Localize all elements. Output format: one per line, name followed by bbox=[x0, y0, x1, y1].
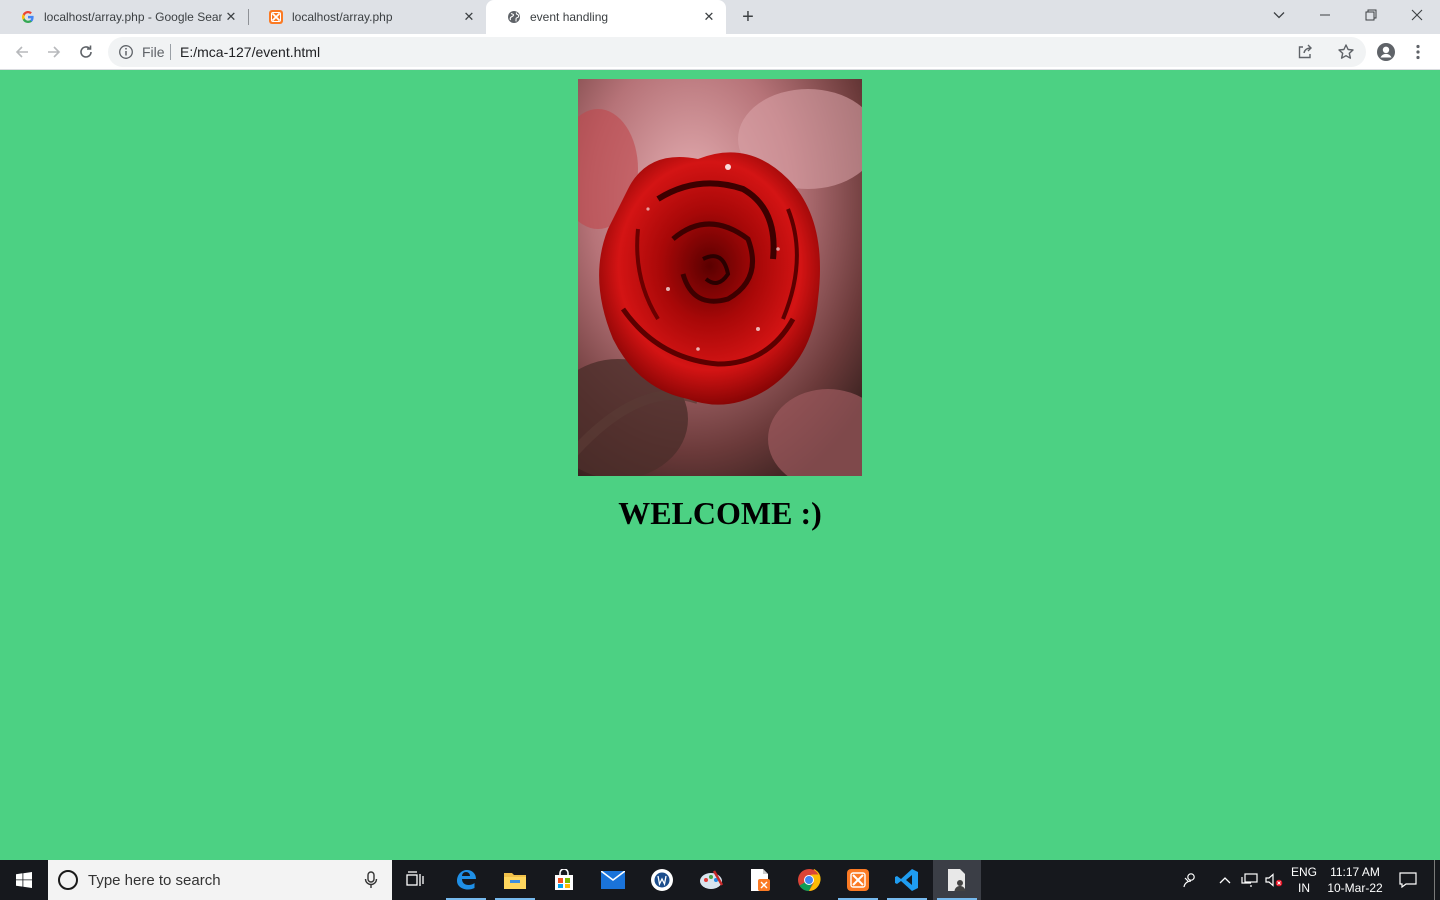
store-icon[interactable] bbox=[540, 860, 588, 900]
xampp-icon bbox=[268, 9, 284, 25]
close-tab-icon[interactable]: ✕ bbox=[460, 8, 478, 26]
tab-google-search[interactable]: localhost/array.php - Google Search ✕ bbox=[0, 0, 248, 34]
taskbar-search-box[interactable]: Type here to search bbox=[48, 860, 392, 900]
show-desktop-button[interactable] bbox=[1434, 860, 1435, 900]
bookmark-star-icon[interactable] bbox=[1337, 43, 1355, 61]
rose-image bbox=[578, 79, 862, 476]
page-content: WELCOME :) bbox=[0, 71, 1440, 860]
url-text[interactable]: E:/mca-127/event.html bbox=[180, 44, 320, 60]
tab-title: event handling bbox=[530, 10, 609, 24]
search-placeholder: Type here to search bbox=[88, 872, 221, 889]
input-language[interactable]: ENG IN bbox=[1288, 864, 1320, 896]
writer-icon[interactable] bbox=[638, 860, 686, 900]
welcome-heading: WELCOME :) bbox=[618, 495, 822, 531]
minimize-button[interactable] bbox=[1302, 0, 1348, 30]
mail-icon[interactable] bbox=[589, 860, 637, 900]
scheme-label: File bbox=[142, 44, 165, 60]
address-bar[interactable]: File E:/mca-127/event.html bbox=[108, 37, 1366, 67]
address-divider bbox=[170, 44, 171, 60]
new-tab-button[interactable]: + bbox=[736, 5, 760, 29]
file-explorer-icon[interactable] bbox=[491, 860, 539, 900]
back-arrow-icon bbox=[15, 46, 28, 58]
user-doc-icon[interactable] bbox=[933, 860, 981, 900]
vscode-icon[interactable] bbox=[883, 860, 931, 900]
close-window-button[interactable] bbox=[1394, 0, 1440, 30]
tab-title: localhost/array.php - Google Search bbox=[44, 10, 222, 24]
xampp-icon[interactable] bbox=[834, 860, 882, 900]
start-button[interactable] bbox=[0, 860, 48, 900]
clock-date: 10-Mar-22 bbox=[1327, 881, 1383, 895]
tab-title: localhost/array.php bbox=[292, 10, 393, 24]
edge-icon[interactable] bbox=[442, 860, 490, 900]
forward-button[interactable] bbox=[40, 38, 68, 66]
close-tab-icon[interactable]: ✕ bbox=[700, 8, 718, 26]
windows-logo-icon bbox=[16, 872, 32, 888]
region-code: IN bbox=[1298, 881, 1310, 895]
system-clock[interactable]: 11:17 AM 10-Mar-22 bbox=[1322, 864, 1388, 896]
google-icon bbox=[20, 9, 36, 25]
back-button[interactable] bbox=[8, 38, 36, 66]
info-icon[interactable] bbox=[118, 44, 134, 60]
reload-icon bbox=[80, 45, 92, 58]
tab-search-icon[interactable] bbox=[1256, 0, 1302, 30]
chevron-up-icon[interactable] bbox=[1214, 860, 1236, 900]
share-icon[interactable] bbox=[1296, 43, 1314, 61]
menu-button[interactable] bbox=[1404, 38, 1432, 66]
close-tab-icon[interactable]: ✕ bbox=[222, 8, 240, 26]
chrome-icon[interactable] bbox=[785, 860, 833, 900]
tab-array-php[interactable]: localhost/array.php ✕ bbox=[248, 0, 486, 34]
kebab-menu-icon bbox=[1416, 44, 1420, 60]
restore-button[interactable] bbox=[1348, 0, 1394, 30]
xampp-doc-icon[interactable] bbox=[736, 860, 784, 900]
profile-avatar-icon bbox=[1377, 43, 1395, 61]
tab-event-handling[interactable]: event handling ✕ bbox=[486, 0, 726, 34]
volume-muted-icon[interactable] bbox=[1262, 860, 1286, 900]
task-view-icon[interactable] bbox=[392, 860, 440, 900]
reload-button[interactable] bbox=[72, 38, 100, 66]
forward-arrow-icon bbox=[48, 46, 61, 58]
network-icon[interactable] bbox=[1238, 860, 1262, 900]
windows-taskbar: Type here to search ENG IN 11:17 AM 10-M… bbox=[0, 860, 1440, 900]
language-code: ENG bbox=[1290, 865, 1317, 879]
browser-toolbar: File E:/mca-127/event.html bbox=[0, 34, 1440, 70]
microphone-icon[interactable] bbox=[364, 871, 378, 889]
cortana-icon bbox=[58, 870, 78, 890]
profile-button[interactable] bbox=[1372, 38, 1400, 66]
globe-icon bbox=[506, 9, 522, 25]
tab-strip: localhost/array.php - Google Search ✕ lo… bbox=[0, 0, 1440, 34]
people-icon[interactable] bbox=[1176, 860, 1204, 900]
clock-time: 11:17 AM bbox=[1330, 865, 1380, 879]
paint-icon[interactable] bbox=[687, 860, 735, 900]
notification-icon[interactable] bbox=[1392, 860, 1424, 900]
